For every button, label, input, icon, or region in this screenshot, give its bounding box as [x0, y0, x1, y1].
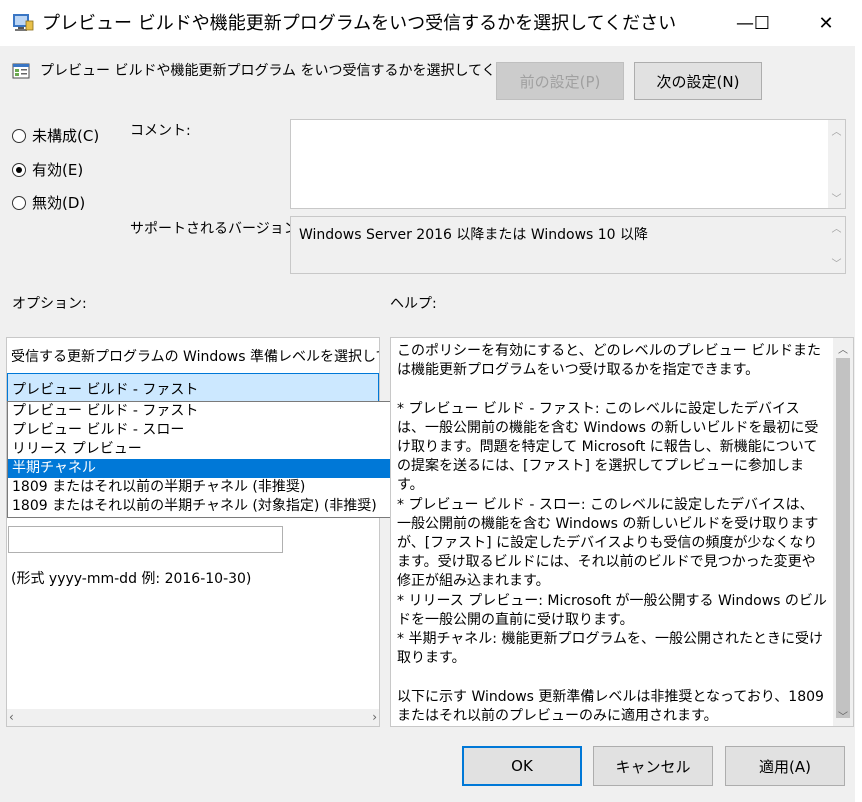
comment-scrollbar[interactable]: ︿ ﹀ — [828, 120, 845, 208]
supported-versions-box: Windows Server 2016 以降または Windows 10 以降 … — [290, 216, 846, 274]
window-title: プレビュー ビルドや機能更新プログラムをいつ受信するかを選択してください — [42, 13, 677, 34]
close-icon: ✕ — [818, 12, 834, 34]
date-format-hint: (形式 yyyy-mm-dd 例: 2016-10-30) — [11, 571, 252, 587]
options-pane: 受信する更新プログラムの Windows 準備レベルを選択して プレビュー ビル… — [6, 337, 380, 727]
previous-setting-button[interactable]: 前の設定(P) — [496, 62, 624, 100]
help-paragraph: * 半期チャネル: 機能更新プログラムを、一般公開されたときに受け取ります。 — [397, 631, 824, 667]
background-window-edge — [855, 46, 862, 802]
help-paragraph: * プレビュー ビルド - スロー: このレベルに設定したデバイスは、一般公開前… — [397, 496, 819, 590]
radio-not-configured[interactable]: 未構成(C) — [12, 125, 99, 146]
help-scrollbar[interactable]: ︿ ﹀ — [833, 338, 853, 726]
apply-button[interactable]: 適用(A) — [725, 746, 845, 786]
radio-circle-checked — [12, 162, 26, 177]
radio-disabled[interactable]: 無効(D) — [12, 192, 85, 213]
help-paragraph: * リリース プレビュー: Microsoft が一般公開する Windows … — [397, 592, 827, 628]
radio-circle — [12, 128, 26, 143]
close-button[interactable]: ✕ — [803, 0, 849, 46]
comment-label: コメント: — [130, 123, 191, 139]
scroll-thumb[interactable] — [836, 358, 850, 718]
options-label: オプション: — [12, 296, 87, 312]
dropdown-option[interactable]: 1809 またはそれ以前の半期チャネル (非推奨) — [8, 478, 442, 497]
help-paragraph — [397, 380, 827, 399]
supported-scrollbar[interactable]: ︿ ﹀ — [828, 217, 845, 273]
next-setting-button[interactable]: 次の設定(N) — [634, 62, 762, 100]
help-label: ヘルプ: — [390, 296, 437, 312]
scroll-down-icon[interactable]: ﹀ — [833, 707, 853, 724]
options-hscrollbar[interactable]: ‹ › — [7, 709, 379, 726]
scroll-up-icon[interactable]: ︿ — [828, 122, 845, 139]
scroll-up-icon[interactable]: ︿ — [833, 340, 853, 357]
supported-label: サポートされるバージョン: — [130, 221, 303, 237]
help-paragraph: * 1809 またはそれ以前の半期チャネル (対象指定): 機能更新プログラムが… — [397, 726, 827, 727]
comment-textarea[interactable]: ︿ ﹀ — [290, 119, 846, 209]
radio-label: 無効(D) — [32, 194, 86, 212]
scroll-left-icon[interactable]: ‹ — [9, 709, 23, 726]
radio-label: 有効(E) — [32, 161, 84, 179]
help-paragraph — [397, 668, 827, 687]
help-paragraph: * プレビュー ビルド - ファスト: このレベルに設定したデバイスは、一般公開… — [397, 400, 819, 494]
policy-setting-icon — [12, 63, 30, 79]
radio-label: 未構成(C) — [32, 127, 100, 145]
dropdown-option[interactable]: リリース プレビュー — [8, 440, 442, 459]
cancel-button[interactable]: キャンセル — [593, 746, 713, 786]
readiness-combobox[interactable]: プレビュー ビルド - ファスト — [7, 373, 379, 402]
date-input[interactable] — [8, 526, 283, 553]
title-bar: プレビュー ビルドや機能更新プログラムをいつ受信するかを選択してください — ☐… — [0, 0, 862, 46]
dropdown-option[interactable]: プレビュー ビルド - スロー — [8, 421, 442, 440]
scroll-right-icon[interactable]: › — [363, 709, 377, 726]
help-paragraph: このポリシーを有効にすると、どのレベルのプレビュー ビルドまたは機能更新プログラ… — [397, 343, 822, 379]
maximize-button[interactable]: ☐ — [739, 0, 785, 46]
dropdown-option[interactable]: 1809 またはそれ以前の半期チャネル (対象指定) (非推奨) — [8, 497, 442, 516]
readiness-label: 受信する更新プログラムの Windows 準備レベルを選択して — [11, 349, 380, 365]
dropdown-option[interactable]: プレビュー ビルド - ファスト — [8, 402, 442, 421]
help-paragraph: 以下に示す Windows 更新準備レベルは非推奨となっており、1809 または… — [397, 688, 824, 724]
scroll-down-icon[interactable]: ﹀ — [828, 254, 845, 271]
help-pane: このポリシーを有効にすると、どのレベルのプレビュー ビルドまたは機能更新プログラ… — [390, 337, 854, 727]
radio-circle — [12, 195, 26, 210]
scroll-down-icon[interactable]: ﹀ — [828, 189, 845, 206]
combobox-value: プレビュー ビルド - ファスト — [12, 382, 199, 398]
scroll-up-icon[interactable]: ︿ — [828, 219, 845, 236]
maximize-icon: ☐ — [753, 12, 771, 34]
readiness-dropdown-list[interactable]: プレビュー ビルド - ファスト プレビュー ビルド - スロー リリース プレビュ… — [7, 401, 443, 518]
dropdown-option[interactable]: 半期チャネル — [8, 459, 442, 478]
policy-title: プレビュー ビルドや機能更新プログラム をいつ受信するかを選択してください — [40, 63, 538, 79]
help-text: このポリシーを有効にすると、どのレベルのプレビュー ビルドまたは機能更新プログラ… — [397, 342, 827, 727]
radio-enabled[interactable]: 有効(E) — [12, 159, 83, 180]
policy-app-icon — [13, 14, 34, 31]
ok-button[interactable]: OK — [462, 746, 582, 786]
supported-value: Windows Server 2016 以降または Windows 10 以降 — [299, 227, 649, 243]
